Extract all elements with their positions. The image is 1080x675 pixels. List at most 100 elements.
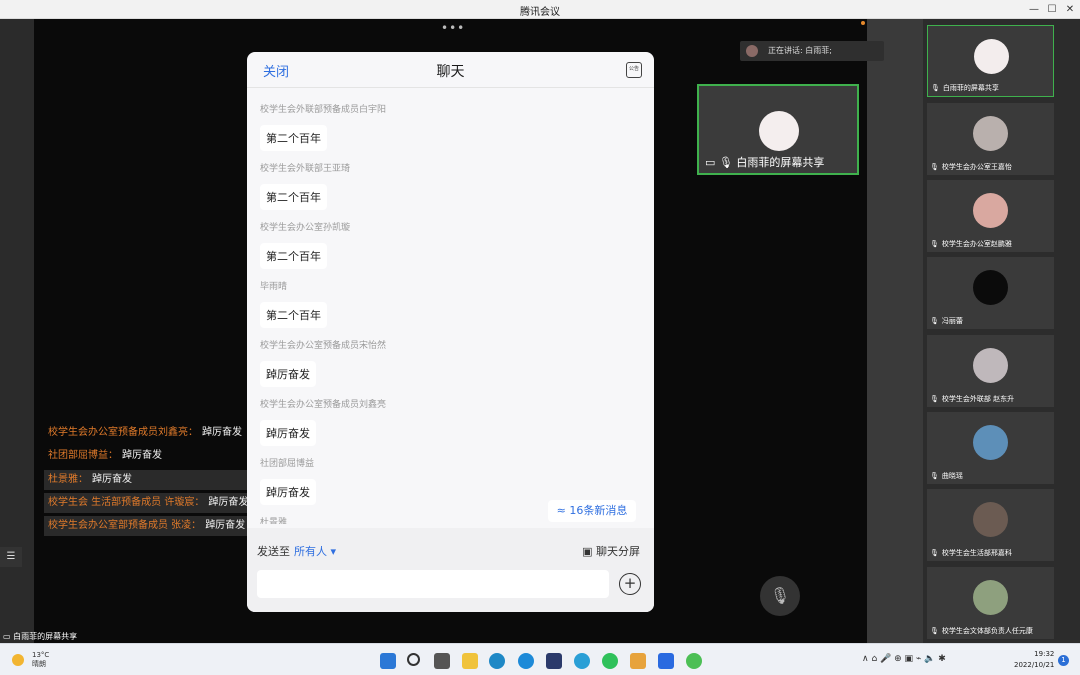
message-bubble: 踔厉奋发 <box>260 420 316 446</box>
split-chat-button[interactable]: ▣ 聊天分屏 <box>582 543 640 559</box>
overlay-chat-line: 校学生会办公室预备成员刘鑫亮： 踔厉奋发 <box>44 423 254 443</box>
chat-header: 关闭 聊天 公告 <box>247 52 654 88</box>
chat-message: 杜景雅 <box>260 515 287 524</box>
overlay-sender: 社团部屈博益： <box>48 450 118 461</box>
mic-icon: 🎙 <box>930 549 939 557</box>
recipient-dropdown[interactable]: 所有人 ▾ <box>294 545 336 558</box>
file-explorer-icon[interactable] <box>462 653 478 669</box>
participant-tile[interactable]: 🎙 冯丽蕾 <box>927 257 1054 329</box>
send-to: 发送至 所有人 ▾ <box>257 543 336 559</box>
overlay-chat-line: 校学生会 生活部预备成员 许璇宸： 踔厉奋发 <box>44 493 254 513</box>
participant-tile[interactable]: 🎙 校学生会外联部 赵东升 <box>927 335 1054 407</box>
share-caption-text: 白雨菲的屏幕共享 <box>736 156 825 169</box>
participant-caption: 🎙 校学生会办公室王嘉怡 <box>930 162 1012 172</box>
app-icon[interactable] <box>546 653 562 669</box>
participant-name: 白雨菲的屏幕共享 <box>942 84 999 92</box>
taskbar: 13°C 晴朗 ∧ ⌂ 🎤 ⊕ ▣ ⌁ 🔈 ✱ 19:32 2022/10/21… <box>0 643 1080 675</box>
participant-caption: 🎙 白雨菲的屏幕共享 <box>931 83 999 93</box>
close-window-button[interactable]: ✕ <box>1058 2 1080 17</box>
wechat-icon[interactable] <box>602 653 618 669</box>
clock[interactable]: 19:32 2022/10/21 <box>1014 649 1054 671</box>
message-bubble: 第二个百年 <box>260 125 327 151</box>
notification-badge[interactable]: 1 <box>1058 655 1069 666</box>
chat-message: 校学生会办公室孙凯璇 第二个百年 <box>260 220 350 269</box>
message-sender: 社团部屈博益 <box>260 459 315 469</box>
new-messages-button[interactable]: ≈ 16条新消息 <box>548 500 636 522</box>
message-sender: 校学生会办公室预备成员刘鑫亮 <box>260 400 387 410</box>
overlay-message: 踔厉奋发 <box>208 497 249 508</box>
browser-icon[interactable] <box>518 653 534 669</box>
announcement-icon[interactable]: 公告 <box>626 62 642 78</box>
overlay-sender: 杜景雅： <box>48 474 88 485</box>
weather-widget[interactable]: 13°C 晴朗 <box>12 651 49 669</box>
meeting-stage: ••• 正在讲话: 白雨菲; ▭ 🎙 白雨菲的屏幕共享 🎙 白雨菲的屏幕共享 🎙 校学… <box>0 19 1080 643</box>
mic-icon: 🎙 <box>930 163 939 171</box>
chat-input[interactable] <box>257 570 609 598</box>
overlay-message: 踔厉奋发 <box>92 474 132 485</box>
right-strip <box>867 19 923 643</box>
chat-app-icon[interactable] <box>686 653 702 669</box>
mic-icon: 🎙 <box>930 240 939 248</box>
window-title: 腾讯会议 <box>520 7 560 18</box>
split-screen-icon: ▣ <box>582 545 596 558</box>
message-bubble: 踔厉奋发 <box>260 361 316 387</box>
chat-message: 校学生会办公室预备成员宋怡然踔厉奋发 <box>260 338 386 387</box>
participant-tile[interactable]: 🎙 白雨菲的屏幕共享 <box>927 25 1054 97</box>
chat-message: 校学生会外联部预备成员白宇阳第二个百年 <box>260 102 386 151</box>
participant-tile[interactable]: 🎙 校学生会文体部负责人任元康 <box>927 567 1054 639</box>
screen-share-tile[interactable]: ▭ 🎙 白雨菲的屏幕共享 <box>697 84 859 175</box>
avatar <box>973 193 1008 228</box>
message-list[interactable]: 校学生会外联部预备成员白宇阳 第二个百年 校学生会外联部王亚琦 第二个百年 校学生会办公… <box>247 92 654 524</box>
avatar <box>973 270 1008 305</box>
mic-icon: 🎙 <box>930 395 939 403</box>
participant-tile[interactable]: 🎙 校学生会办公室王嘉怡 <box>927 103 1054 175</box>
chat-footer: 发送至 所有人 ▾ ▣ 聊天分屏 + <box>247 528 654 612</box>
system-tray[interactable]: ∧ ⌂ 🎤 ⊕ ▣ ⌁ 🔈 ✱ <box>862 654 946 664</box>
message-bubble: 第二个百年 <box>260 302 327 328</box>
message-sender: 毕雨晴 <box>260 282 288 292</box>
avatar <box>973 425 1008 460</box>
microphone-button[interactable]: 🎙 <box>760 576 800 616</box>
overlay-chat-line: 校学生会办公室部预备成员 张凌： 踔厉奋发 <box>44 516 254 536</box>
participant-tile[interactable]: 🎙 曲晓瑶 <box>927 412 1054 484</box>
mic-icon: 🎙 <box>930 627 939 635</box>
ie-icon[interactable] <box>574 653 590 669</box>
mic-icon: 🎙 <box>769 586 791 605</box>
avatar <box>973 502 1008 537</box>
participant-name: 曲晓瑶 <box>941 472 963 480</box>
weather-desc: 晴朗 <box>32 660 46 668</box>
screen-share-icon: ▭ <box>3 632 14 641</box>
participant-name: 校学生会办公室王嘉怡 <box>941 163 1012 171</box>
overlay-chat-line: 社团部屈博益： 踔厉奋发 <box>44 446 254 466</box>
participant-tile[interactable]: 🎙 校学生会办公室赵鹏雅 <box>927 180 1054 252</box>
list-icon[interactable]: ☰ <box>0 547 22 567</box>
bottom-share-caption: ▭ 白雨菲的屏幕共享 <box>0 631 77 642</box>
tool-icon[interactable] <box>630 653 646 669</box>
send-to-label: 发送至 <box>257 545 290 558</box>
start-icon[interactable] <box>380 653 396 669</box>
chat-message: 校学生会外联部王亚琦 第二个百年 <box>260 161 350 210</box>
search-icon[interactable] <box>407 653 420 666</box>
edge-icon[interactable] <box>489 653 505 669</box>
tencent-meeting-icon[interactable] <box>658 653 674 669</box>
participant-caption: 🎙 校学生会外联部 赵东升 <box>930 394 1014 404</box>
chat-message: 社团部屈博益 踔厉奋发 <box>260 456 316 505</box>
message-sender: 校学生会外联部预备成员白宇阳 <box>260 105 387 115</box>
mic-icon: 🎙 <box>931 84 940 92</box>
participant-tile[interactable]: 🎙 校学生会生活部邢嘉科 <box>927 489 1054 561</box>
plus-icon[interactable]: + <box>619 573 641 595</box>
weather-temp: 13°C <box>32 651 50 659</box>
message-sender: 校学生会办公室预备成员宋怡然 <box>260 341 387 351</box>
participant-name: 校学生会外联部 赵东升 <box>941 395 1015 403</box>
overlay-message: 踔厉奋发 <box>202 427 242 438</box>
more-options-icon[interactable]: ••• <box>441 21 465 35</box>
avatar <box>759 111 799 151</box>
overlay-sender: 校学生会办公室部预备成员 张凌： <box>48 520 202 531</box>
clock-date: 2022/10/21 <box>1014 661 1055 669</box>
message-sender: 杜景雅 <box>260 518 288 524</box>
message-sender: 校学生会办公室孙凯璇 <box>260 223 351 233</box>
mic-icon: 🎙 <box>930 472 939 480</box>
speaking-indicator: 正在讲话: 白雨菲; <box>740 41 884 61</box>
speaking-text: 正在讲话: 白雨菲; <box>768 46 832 55</box>
task-view-icon[interactable] <box>434 653 450 669</box>
